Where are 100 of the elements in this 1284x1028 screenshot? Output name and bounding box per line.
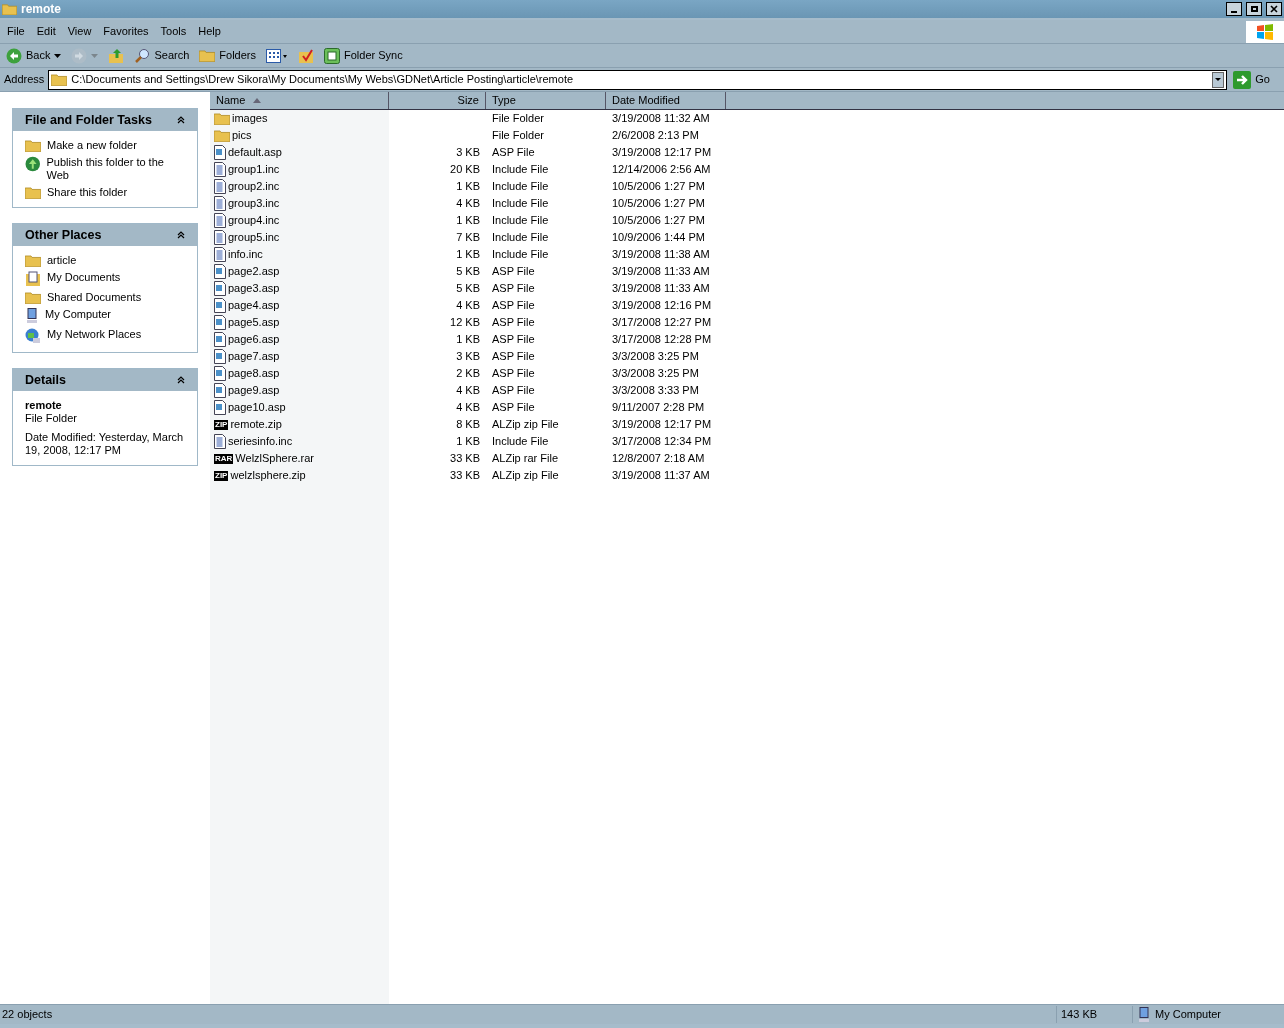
file-size: 4 KB bbox=[456, 400, 480, 416]
collapse-chevron-icon[interactable] bbox=[177, 116, 185, 124]
file-date: 3/19/2008 11:38 AM bbox=[612, 248, 710, 261]
folder-icon bbox=[25, 291, 41, 304]
file-type: Include File bbox=[492, 248, 549, 261]
file-date: 3/17/2008 12:34 PM bbox=[612, 435, 712, 448]
up-folder-icon bbox=[108, 47, 125, 64]
task-link[interactable]: article bbox=[25, 254, 185, 267]
folder-icon bbox=[51, 73, 68, 86]
menu-item[interactable]: Help bbox=[193, 23, 226, 40]
folder-icon bbox=[199, 49, 216, 62]
panel-header[interactable]: Other Places bbox=[13, 224, 197, 246]
file-date: 10/5/2006 1:27 PM bbox=[612, 197, 705, 210]
file-date: 12/8/2007 2:18 AM bbox=[612, 452, 705, 465]
file-date: 10/9/2006 1:44 PM bbox=[612, 231, 705, 244]
task-link[interactable]: My Computer bbox=[25, 308, 185, 324]
search-icon bbox=[134, 47, 151, 64]
details-date: Date Modified: Yesterday, March 19, 2008, 12:17 PM bbox=[25, 431, 185, 457]
file-type: Include File bbox=[492, 231, 549, 244]
file-date: 3/3/2008 3:25 PM bbox=[612, 350, 699, 363]
sync-button[interactable]: Folder Sync bbox=[322, 47, 405, 64]
file-size: 1 KB bbox=[456, 247, 480, 263]
file-type: Include File bbox=[492, 214, 549, 227]
status-zone: My Computer bbox=[1155, 1007, 1222, 1023]
file-size: 1 KB bbox=[456, 179, 480, 195]
file-name[interactable]: pics bbox=[232, 127, 252, 144]
file-size: 3 KB bbox=[456, 349, 480, 365]
views-button[interactable] bbox=[264, 48, 290, 63]
file-date: 3/19/2008 12:16 PM bbox=[612, 299, 712, 312]
archive-icon: RAR bbox=[214, 453, 234, 464]
archive-icon: ZIP bbox=[214, 419, 229, 430]
panel-header[interactable]: File and Folder Tasks bbox=[13, 109, 197, 131]
go-button[interactable]: Go bbox=[1231, 70, 1280, 89]
file-type: ASP File bbox=[492, 299, 535, 312]
file-size: 5 KB bbox=[456, 281, 480, 297]
file-type: ASP File bbox=[492, 265, 535, 278]
file-size: 33 KB bbox=[450, 468, 480, 484]
status-size: 143 KB bbox=[1056, 1006, 1132, 1023]
file-size: 4 KB bbox=[456, 196, 480, 212]
file-size: 4 KB bbox=[456, 298, 480, 314]
panel-header[interactable]: Details bbox=[13, 369, 197, 391]
restore-button[interactable] bbox=[1246, 2, 1262, 16]
network-globe-icon bbox=[25, 328, 41, 344]
folder-check-icon bbox=[298, 47, 314, 64]
file-date: 3/3/2008 3:25 PM bbox=[612, 367, 699, 380]
close-button[interactable] bbox=[1266, 2, 1282, 16]
file-name[interactable]: remote.zip bbox=[230, 416, 282, 433]
menu-item[interactable]: Edit bbox=[31, 23, 61, 40]
menu-item[interactable]: Tools bbox=[155, 23, 192, 40]
file-type: ALZip rar File bbox=[492, 452, 559, 465]
task-link[interactable]: Shared Documents bbox=[25, 291, 185, 304]
column-header[interactable]: Size bbox=[389, 92, 486, 109]
collapse-chevron-icon[interactable] bbox=[177, 376, 185, 384]
panel-title: File and Folder Tasks bbox=[25, 111, 153, 129]
minimize-button[interactable] bbox=[1226, 2, 1242, 16]
file-name[interactable]: info.inc bbox=[228, 246, 263, 263]
column-header[interactable]: Type bbox=[486, 92, 606, 109]
file-date: 3/19/2008 11:32 AM bbox=[612, 112, 710, 125]
back-button[interactable]: Back bbox=[4, 47, 64, 64]
menu-item[interactable]: View bbox=[62, 23, 97, 40]
column-header[interactable]: Name bbox=[210, 92, 389, 109]
file-size: 8 KB bbox=[456, 417, 480, 433]
task-link[interactable]: Make a new folder bbox=[25, 139, 185, 152]
panel-title: Details bbox=[25, 371, 67, 389]
menu-item[interactable]: File bbox=[2, 23, 30, 40]
column-header[interactable]: Date Modified bbox=[606, 92, 726, 109]
folder-icon bbox=[214, 129, 230, 142]
collapse-chevron-icon[interactable] bbox=[177, 231, 185, 239]
dropdown-button[interactable] bbox=[1212, 71, 1225, 88]
menu-item[interactable]: Favorites bbox=[98, 23, 154, 40]
file-date: 3/19/2008 12:17 PM bbox=[612, 146, 712, 159]
check-button[interactable] bbox=[296, 47, 316, 64]
file-type: ALZip zip File bbox=[492, 469, 559, 482]
file-type: ASP File bbox=[492, 350, 535, 363]
search-button[interactable]: Search bbox=[132, 47, 192, 64]
file-type: File Folder bbox=[492, 129, 544, 142]
file-date: 3/19/2008 11:33 AM bbox=[612, 282, 710, 295]
archive-icon: ZIP bbox=[214, 470, 229, 481]
file-name[interactable]: welzlsphere.zip bbox=[230, 467, 306, 484]
task-link[interactable]: Share this folder bbox=[25, 186, 185, 199]
file-size: 2 KB bbox=[456, 366, 480, 382]
address-field[interactable]: C:\Documents and Settings\Drew Sikora\My Documents\My Webs\GDNet\Article Posting\article\remote bbox=[48, 69, 1228, 90]
globe-icon bbox=[25, 156, 41, 172]
folders-button[interactable]: Folders bbox=[197, 47, 258, 64]
shared-folder-icon bbox=[25, 186, 41, 199]
file-type: File Folder bbox=[492, 112, 544, 125]
sort-ascending-icon bbox=[253, 98, 262, 103]
file-size: 3 KB bbox=[456, 145, 480, 161]
file-size: 20 KB bbox=[450, 162, 480, 178]
file-date: 9/11/2007 2:28 PM bbox=[612, 401, 705, 414]
task-link[interactable]: My Documents bbox=[25, 271, 185, 287]
status-object-count: 22 objects bbox=[1, 1007, 54, 1023]
dropdown-caret-icon[interactable] bbox=[54, 53, 62, 58]
file-name[interactable]: WelzlSphere.rar bbox=[235, 450, 314, 467]
task-link[interactable]: Publish this folder to the Web bbox=[25, 156, 185, 182]
file-size: 4 KB bbox=[456, 383, 480, 399]
file-date: 3/19/2008 11:33 AM bbox=[612, 265, 710, 278]
task-link[interactable]: My Network Places bbox=[25, 328, 185, 344]
file-type: Include File bbox=[492, 435, 549, 448]
panel-title: Other Places bbox=[25, 226, 103, 244]
